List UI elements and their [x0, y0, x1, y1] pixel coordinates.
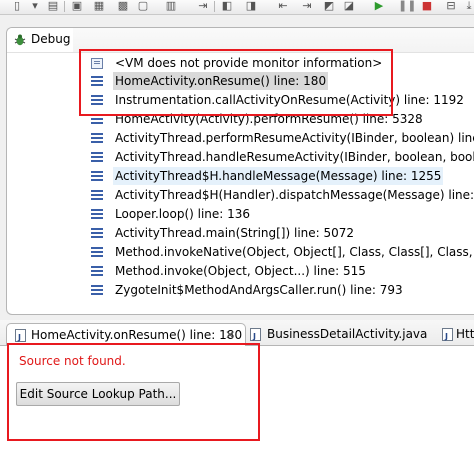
- toolbar-tool-icon[interactable]: ⇥: [300, 0, 314, 12]
- frame-label: ActivityThread.main(String[]) line: 5072: [115, 226, 355, 240]
- resume-icon[interactable]: ▶: [372, 0, 386, 12]
- stack-frame-icon: [91, 208, 103, 220]
- toolbar-tool-icon[interactable]: ◨: [244, 0, 258, 12]
- terminate-icon[interactable]: ■: [420, 0, 434, 12]
- stack-frame-icon: [91, 151, 103, 163]
- toolbar-tool-icon[interactable]: ◪: [342, 0, 356, 12]
- toolbar-separator: [214, 1, 215, 12]
- frame-label: ActivityThread.performResumeActivity(IBi…: [115, 131, 474, 145]
- toolbar-separator: [64, 1, 65, 12]
- toolbar-tool-icon[interactable]: ▢: [136, 0, 150, 12]
- editor-tab-business-detail[interactable]: J BusinessDetailActivity.java: [250, 323, 430, 345]
- save-icon[interactable]: ▤: [46, 0, 60, 12]
- frame-label: ActivityThread$H(Handler).dispatchMessag…: [115, 188, 474, 202]
- java-file-icon: J: [15, 329, 26, 342]
- stack-frame-icon: [91, 132, 103, 144]
- frame-label: Looper.loop() line: 136: [115, 207, 251, 221]
- toolbar-tool-icon[interactable]: ◩: [322, 0, 336, 12]
- dropdown-arrow-icon[interactable]: ▾: [28, 0, 42, 12]
- toolbar-tool-icon[interactable]: ◧: [220, 0, 234, 12]
- toolbar-tool-icon[interactable]: ▦: [92, 0, 106, 12]
- editor-tab-http[interactable]: J Http: [442, 323, 474, 345]
- debug-view-tab[interactable]: Debug: [7, 28, 73, 53]
- toolbar-tool-icon[interactable]: ⇤: [276, 0, 290, 12]
- suspend-icon[interactable]: ❚❚: [398, 0, 416, 12]
- frame-label: ActivityThread.handleResumeActivity(IBin…: [115, 150, 474, 164]
- highlight-source-box: [7, 343, 260, 441]
- toolbar-tool-icon[interactable]: ▣: [70, 0, 84, 12]
- bug-icon: [14, 34, 26, 46]
- disconnect-icon[interactable]: ⊟: [444, 0, 458, 12]
- java-file-icon: J: [442, 328, 453, 341]
- binary-icon[interactable]: ▥: [164, 0, 178, 12]
- stack-frame-icon: [91, 189, 103, 201]
- stack-frame-icon: [91, 265, 103, 277]
- stack-frame-icon: [91, 284, 103, 296]
- frame-label: Method.invoke(Object, Object...) line: 5…: [115, 264, 366, 278]
- stack-frame-icon: [91, 227, 103, 239]
- debug-view-tab-label: Debug: [31, 32, 71, 46]
- step-icon[interactable]: ⇥: [196, 0, 210, 12]
- frame-label: ZygoteInit$MethodAndArgsCaller.run() lin…: [115, 283, 403, 297]
- stack-frame-icon: [91, 170, 103, 182]
- editor-tab-label: Http: [456, 327, 474, 341]
- new-file-icon[interactable]: ▯: [10, 0, 24, 12]
- toolbar-tool-icon[interactable]: ▩: [116, 0, 130, 12]
- frame-label: Method.invokeNative(Object, Object[], Cl…: [115, 245, 474, 259]
- main-toolbar: ▯ ▾ ▤ ▣ ▦ ▩ ▢ ▥ ⇥ ◧ ◨ ⇤ ⇥ ◩ ◪ ▶ ❚❚ ■ ⊟ ⤓: [0, 0, 474, 15]
- frame-label: ActivityThread$H.handleMessage(Message) …: [113, 167, 444, 185]
- editor-tab-label: BusinessDetailActivity.java: [267, 327, 428, 341]
- highlight-frames-box: [79, 49, 393, 116]
- step-into-icon[interactable]: ⤓: [462, 0, 474, 12]
- java-file-icon: J: [250, 328, 261, 341]
- stack-frame-icon: [91, 246, 103, 258]
